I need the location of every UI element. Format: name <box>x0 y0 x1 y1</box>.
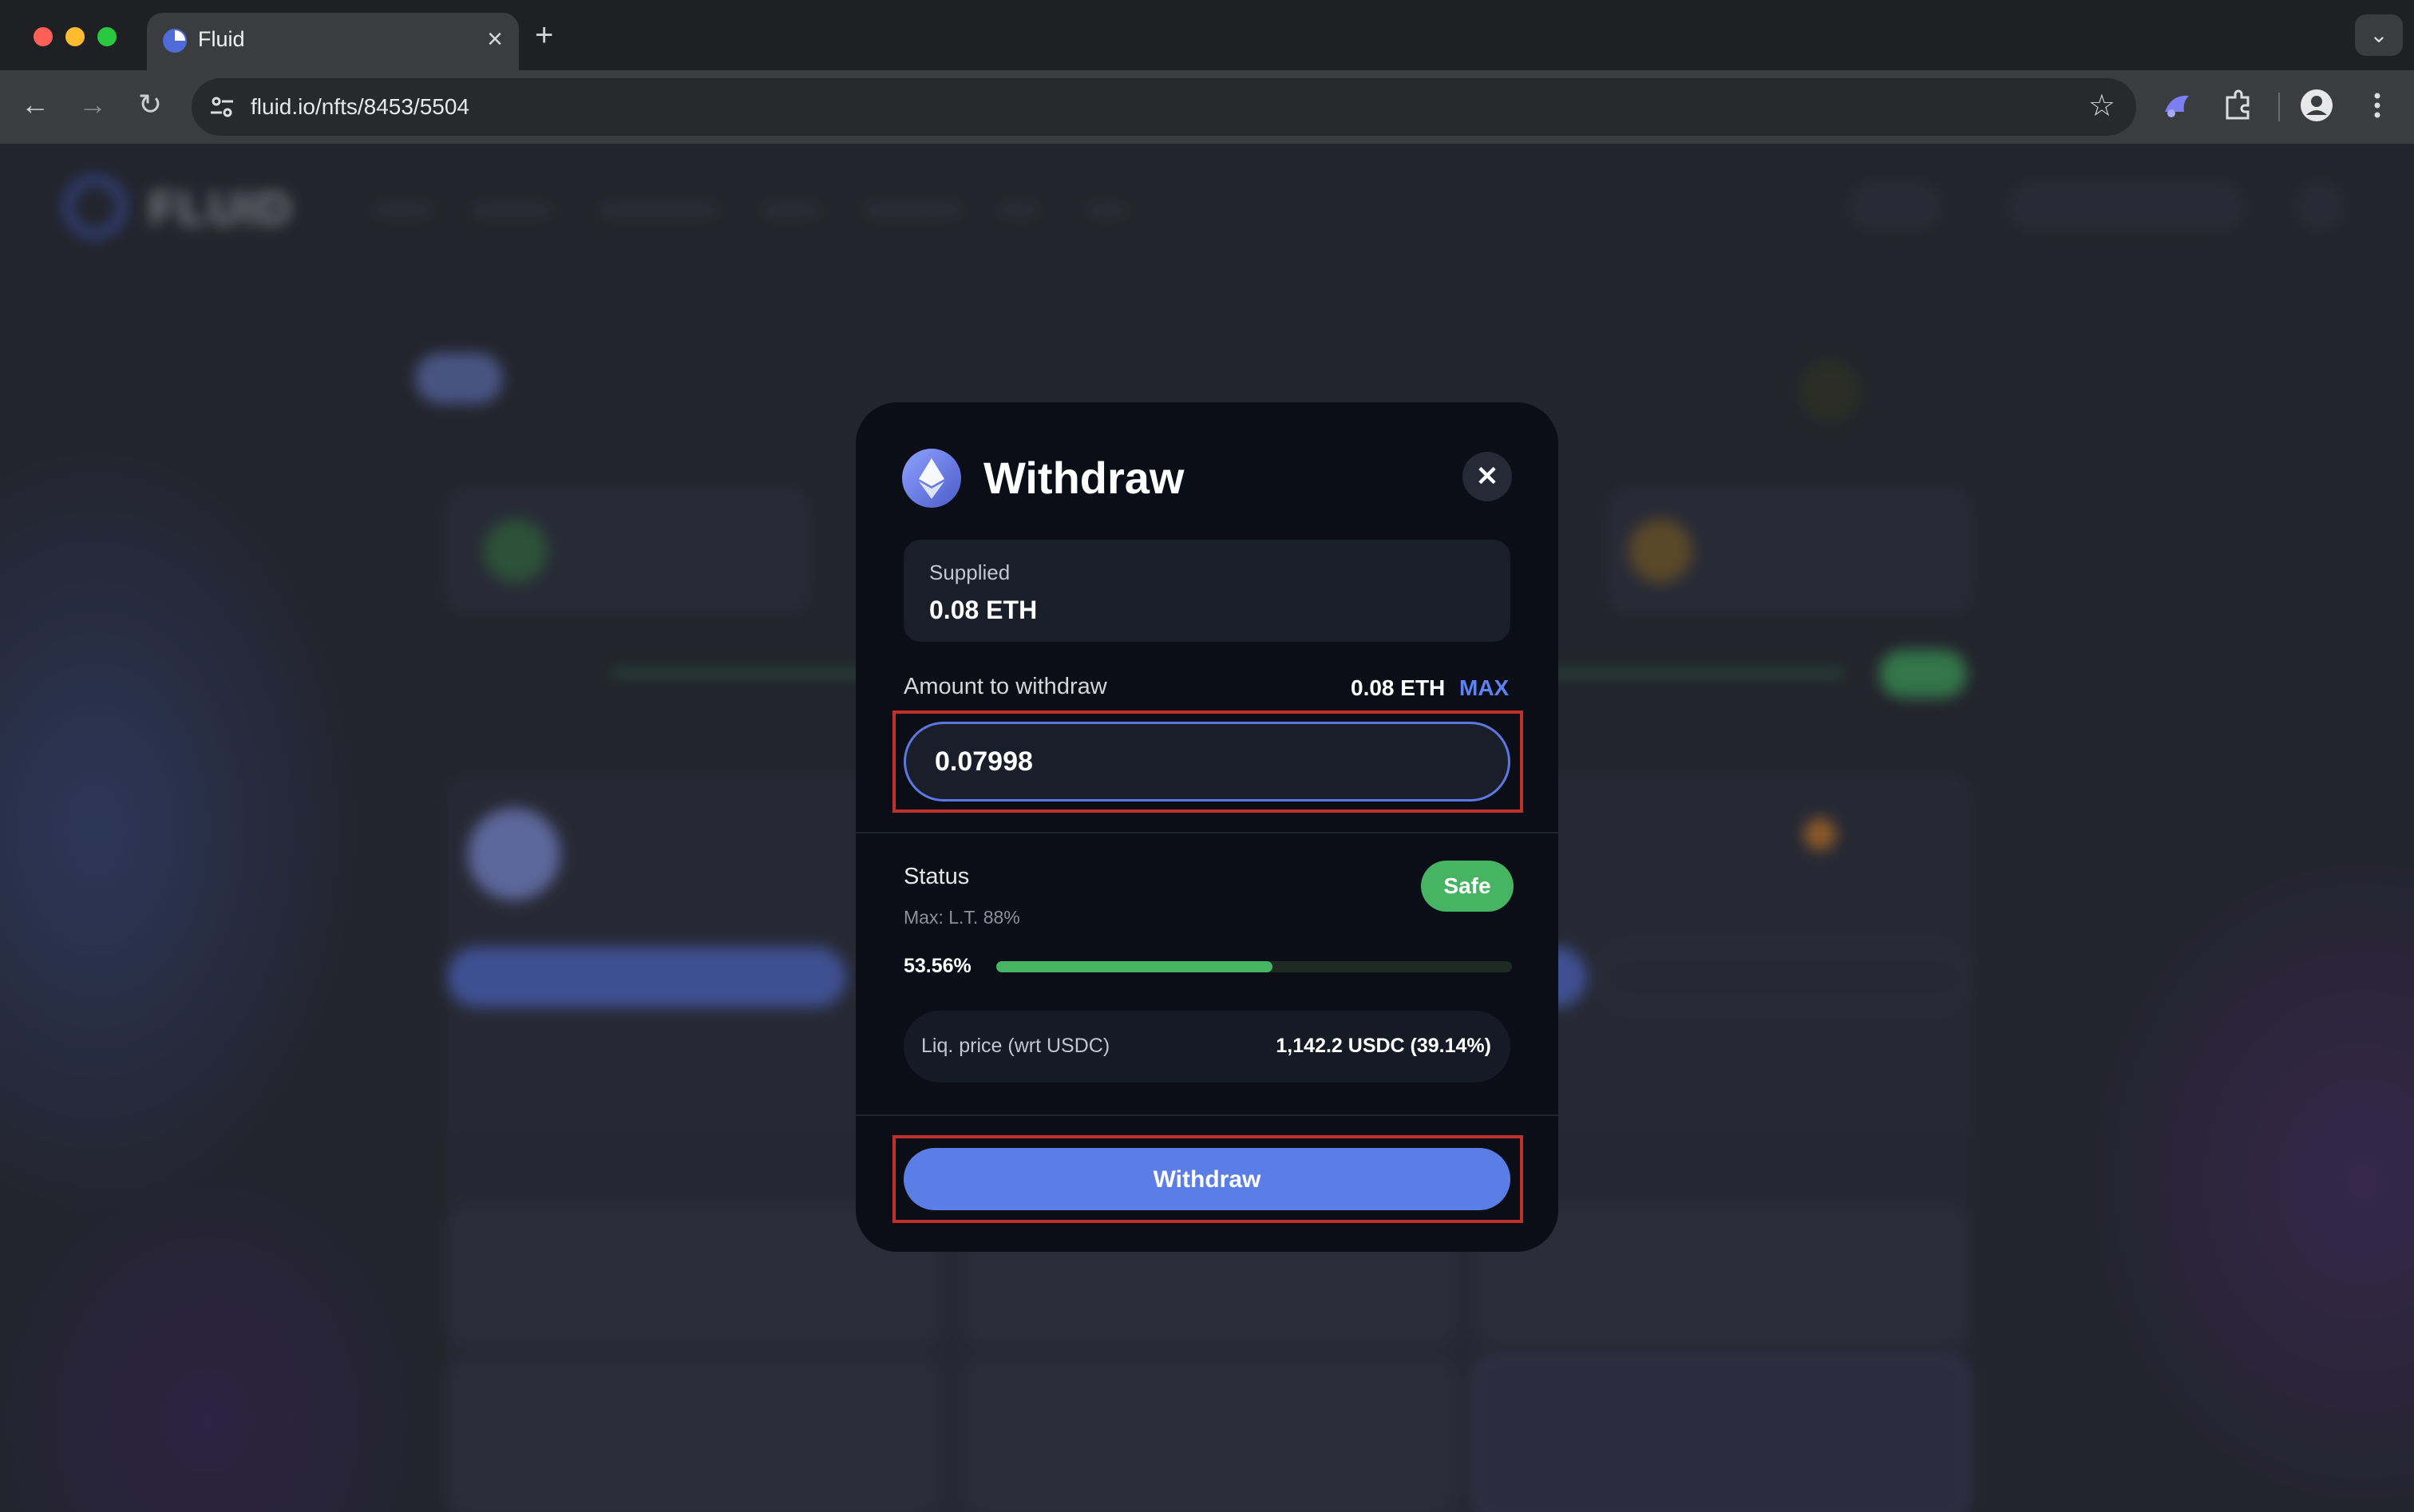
fluid-page-background: FLUID ▭▭▭ ▭▭▭▭ ▭▭▭▭▭▭ ▭▭▭ ▭▭▭▭▭ ▭▭ ▭▭ Wi… <box>0 144 2414 1512</box>
url-text: fluid.io/nfts/8453/5504 <box>251 94 469 119</box>
divider <box>856 832 1558 833</box>
liq-price-value: 1,142.2 USDC (39.14%) <box>1276 1035 1491 1057</box>
available-balance: 0.08 ETH <box>1351 675 1446 700</box>
site-info-icon[interactable] <box>208 93 236 121</box>
ltv-progress-fill <box>996 961 1272 972</box>
window-close-button[interactable] <box>34 27 53 46</box>
liq-price-label: Liq. price (wrt USDC) <box>921 1035 1110 1057</box>
modal-title: Withdraw <box>983 453 1185 503</box>
ltv-progress-track <box>996 961 1512 972</box>
address-bar[interactable]: fluid.io/nfts/8453/5504 ☆ <box>192 78 2136 136</box>
tab-search-chevron-icon[interactable]: ⌄ <box>2355 14 2403 56</box>
liquidation-price-panel: Liq. price (wrt USDC) 1,142.2 USDC (39.1… <box>904 1011 1510 1083</box>
status-label: Status <box>904 864 970 889</box>
browser-toolbar: ← → ↻ fluid.io/nfts/8453/5504 ☆ <box>0 70 2414 144</box>
profile-icon[interactable] <box>2299 88 2334 123</box>
reload-icon[interactable]: ↻ <box>131 88 169 121</box>
window-zoom-button[interactable] <box>97 27 117 46</box>
amount-input[interactable] <box>904 722 1510 802</box>
max-button[interactable]: MAX <box>1459 675 1509 701</box>
kebab-menu-icon[interactable] <box>2360 88 2395 123</box>
tab-close-icon[interactable]: × <box>487 24 503 55</box>
ethereum-icon <box>902 449 961 508</box>
max-lt-text: Max: L.T. 88% <box>904 907 1020 928</box>
fluid-favicon-icon <box>163 29 187 53</box>
divider <box>856 1114 1558 1116</box>
supplied-value: 0.08 ETH <box>929 596 1038 624</box>
browser-tab-bar: Fluid × + ⌄ <box>0 0 2414 70</box>
window-minimize-button[interactable] <box>65 27 85 46</box>
star-icon[interactable]: ☆ <box>2088 88 2115 124</box>
new-tab-icon[interactable]: + <box>535 18 553 53</box>
toolbar-separator <box>2278 93 2280 121</box>
extension-icon[interactable] <box>2160 88 2195 123</box>
supplied-panel: Supplied 0.08 ETH <box>904 540 1510 642</box>
back-arrow-icon[interactable]: ← <box>16 88 54 121</box>
supplied-label: Supplied <box>929 560 1011 584</box>
withdraw-modal: Withdraw ✕ Supplied 0.08 ETH Amount to w… <box>856 402 1558 1252</box>
amount-label: Amount to withdraw <box>904 674 1107 699</box>
forward-arrow-icon[interactable]: → <box>73 88 112 121</box>
browser-tab[interactable]: Fluid × <box>147 13 519 70</box>
puzzle-extension-icon[interactable] <box>2221 88 2256 123</box>
status-badge: Safe <box>1421 861 1514 912</box>
ltv-percent: 53.56% <box>904 955 972 977</box>
withdraw-button[interactable]: Withdraw <box>904 1148 1510 1210</box>
close-icon[interactable]: ✕ <box>1462 452 1512 501</box>
tab-title: Fluid <box>198 27 245 51</box>
